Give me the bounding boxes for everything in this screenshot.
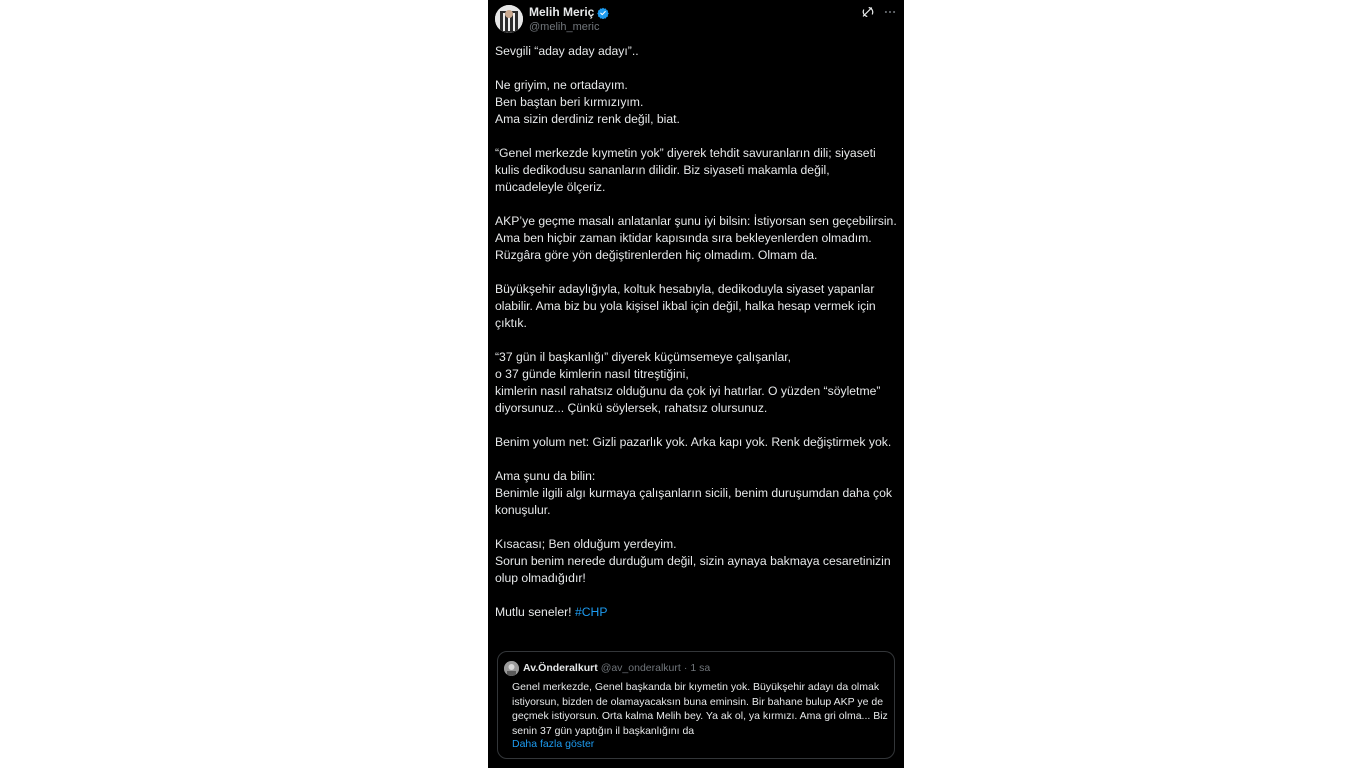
- tweet-paragraph: Ama şunu da bilin: Benimle ilgili algı k…: [495, 469, 892, 517]
- tweet-paragraph: Kısacası; Ben olduğum yerdeyim. Sorun be…: [495, 537, 891, 585]
- more-options-icon[interactable]: [883, 5, 897, 19]
- tweet-paragraph: “Genel merkezde kıymetin yok” diyerek te…: [495, 146, 876, 194]
- tweet-text: Sevgili “aday aday adayı”.. Ne griyim, n…: [495, 43, 899, 638]
- tweet-paragraph: Ne griyim, ne ortadayım. Ben baştan beri…: [495, 78, 680, 126]
- quoted-author-handle[interactable]: @av_onderalkurt: [601, 662, 681, 674]
- verified-badge-icon: [597, 6, 610, 20]
- quoted-author-avatar[interactable]: [504, 660, 519, 676]
- tweet-header: Melih Meriç @melih_meric: [495, 5, 897, 35]
- quoted-timestamp[interactable]: 1 sa: [690, 662, 710, 674]
- author-display-name[interactable]: Melih Meriç: [529, 5, 594, 19]
- quoted-author-name[interactable]: Av.Önderalkurt: [523, 662, 598, 674]
- author-info: Melih Meriç @melih_meric: [529, 5, 610, 34]
- tweet-paragraph: AKP’ye geçme masalı anlatanlar şunu iyi …: [495, 214, 897, 262]
- author-avatar[interactable]: [495, 5, 523, 33]
- hashtag-link[interactable]: #CHP: [575, 605, 608, 619]
- quoted-tweet-text: Genel merkezde, Genel başkanda bir kıyme…: [512, 681, 888, 737]
- separator-dot: ·: [683, 662, 688, 674]
- quoted-tweet-header: Av.Önderalkurt @av_onderalkurt · 1 sa: [504, 660, 710, 676]
- quoted-tweet[interactable]: Av.Önderalkurt @av_onderalkurt · 1 sa Ge…: [497, 651, 895, 759]
- grok-icon[interactable]: [861, 5, 875, 19]
- author-handle[interactable]: @melih_meric: [529, 20, 609, 34]
- tweet-paragraph: Büyükşehir adaylığıyla, koltuk hesabıyla…: [495, 282, 876, 330]
- closing-text: Mutlu seneler!: [495, 605, 575, 619]
- tweet-closing: Mutlu seneler! #CHP: [495, 604, 899, 621]
- tweet-paragraph: Benim yolum net: Gizli pazarlık yok. Ark…: [495, 435, 892, 449]
- tweet-card: Melih Meriç @melih_meric Sevgili “aday a…: [488, 0, 904, 768]
- show-more-link[interactable]: Daha fazla göster: [512, 737, 594, 751]
- header-actions: [861, 5, 897, 19]
- tweet-paragraph: Sevgili “aday aday adayı”..: [495, 44, 639, 58]
- tweet-paragraph: “37 gün il başkanlığı” diyerek küçümseme…: [495, 350, 881, 415]
